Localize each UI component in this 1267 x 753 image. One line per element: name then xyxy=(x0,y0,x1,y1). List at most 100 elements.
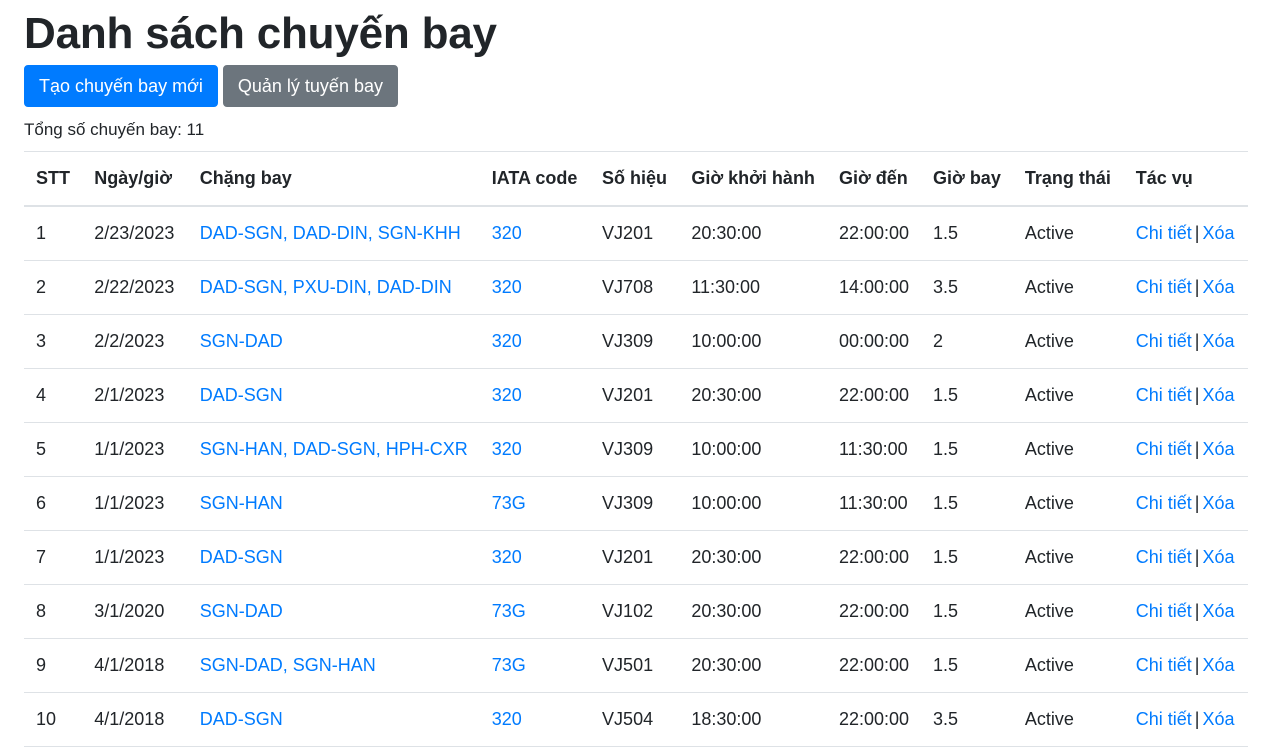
cell-status: Active xyxy=(1012,638,1124,693)
delete-link[interactable]: Xóa xyxy=(1202,223,1234,243)
create-flight-button[interactable]: Tạo chuyến bay mới xyxy=(24,65,218,107)
cell-status: Active xyxy=(1012,206,1124,261)
cell-flight-number: VJ201 xyxy=(590,368,680,423)
cell-stt: 8 xyxy=(24,584,83,639)
detail-link[interactable]: Chi tiết xyxy=(1136,601,1192,621)
cell-status: Active xyxy=(1012,692,1124,747)
detail-link[interactable]: Chi tiết xyxy=(1136,385,1192,405)
cell-actions: Chi tiết | Xóa xyxy=(1123,206,1248,261)
cell-actions: Chi tiết | Xóa xyxy=(1123,584,1248,639)
iata-link[interactable]: 320 xyxy=(492,547,522,567)
route-link[interactable]: DAD-SGN xyxy=(200,547,283,567)
cell-iata: 73G xyxy=(479,638,591,693)
iata-link[interactable]: 320 xyxy=(492,709,522,729)
cell-flight-number: VJ504 xyxy=(590,692,680,747)
detail-link[interactable]: Chi tiết xyxy=(1136,655,1192,675)
cell-flight-number: VJ309 xyxy=(590,314,680,369)
page: Danh sách chuyến bay Tạo chuyến bay mới … xyxy=(0,0,1267,747)
cell-arrival: 14:00:00 xyxy=(826,260,922,315)
cell-iata: 320 xyxy=(479,368,591,423)
cell-route: SGN-HAN xyxy=(187,476,480,531)
cell-departure: 10:00:00 xyxy=(679,314,827,369)
detail-link[interactable]: Chi tiết xyxy=(1136,547,1192,567)
table-row: 7 1/1/2023 DAD-SGN 320 VJ201 20:30:00 22… xyxy=(24,530,1248,585)
route-link[interactable]: DAD-SGN xyxy=(200,385,283,405)
header-date: Ngày/giờ xyxy=(82,151,188,207)
cell-stt: 4 xyxy=(24,368,83,423)
cell-route: DAD-SGN xyxy=(187,692,480,747)
cell-duration: 3.5 xyxy=(921,260,1013,315)
cell-actions: Chi tiết | Xóa xyxy=(1123,476,1248,531)
iata-link[interactable]: 320 xyxy=(492,223,522,243)
cell-date: 3/1/2020 xyxy=(82,584,188,639)
detail-link[interactable]: Chi tiết xyxy=(1136,277,1192,297)
cell-iata: 320 xyxy=(479,530,591,585)
cell-route: SGN-DAD, SGN-HAN xyxy=(187,638,480,693)
table-body: 1 2/23/2023 DAD-SGN, DAD-DIN, SGN-KHH 32… xyxy=(24,206,1248,747)
route-link[interactable]: SGN-DAD xyxy=(200,601,283,621)
cell-stt: 5 xyxy=(24,422,83,477)
manage-routes-button[interactable]: Quản lý tuyến bay xyxy=(222,65,398,107)
action-separator: | xyxy=(1194,601,1200,621)
table-row: 5 1/1/2023 SGN-HAN, DAD-SGN, HPH-CXR 320… xyxy=(24,422,1248,477)
route-link[interactable]: SGN-HAN xyxy=(200,493,283,513)
delete-link[interactable]: Xóa xyxy=(1202,601,1234,621)
iata-link[interactable]: 320 xyxy=(492,331,522,351)
cell-arrival: 22:00:00 xyxy=(826,638,922,693)
cell-iata: 320 xyxy=(479,314,591,369)
cell-route: DAD-SGN xyxy=(187,368,480,423)
cell-route: SGN-DAD xyxy=(187,584,480,639)
cell-departure: 20:30:00 xyxy=(679,530,827,585)
detail-link[interactable]: Chi tiết xyxy=(1136,331,1192,351)
delete-link[interactable]: Xóa xyxy=(1202,277,1234,297)
cell-departure: 20:30:00 xyxy=(679,584,827,639)
cell-stt: 3 xyxy=(24,314,83,369)
iata-link[interactable]: 320 xyxy=(492,439,522,459)
cell-duration: 1.5 xyxy=(921,638,1013,693)
delete-link[interactable]: Xóa xyxy=(1202,439,1234,459)
cell-departure: 20:30:00 xyxy=(679,206,827,261)
header-route: Chặng bay xyxy=(187,151,480,207)
detail-link[interactable]: Chi tiết xyxy=(1136,493,1192,513)
delete-link[interactable]: Xóa xyxy=(1202,493,1234,513)
route-link[interactable]: SGN-DAD xyxy=(200,331,283,351)
cell-date: 4/1/2018 xyxy=(82,638,188,693)
cell-date: 2/1/2023 xyxy=(82,368,188,423)
route-link[interactable]: DAD-SGN, PXU-DIN, DAD-DIN xyxy=(200,277,452,297)
cell-duration: 1.5 xyxy=(921,422,1013,477)
cell-iata: 320 xyxy=(479,206,591,261)
cell-arrival: 11:30:00 xyxy=(826,476,922,531)
iata-link[interactable]: 320 xyxy=(492,385,522,405)
route-link[interactable]: DAD-SGN, DAD-DIN, SGN-KHH xyxy=(200,223,461,243)
iata-link[interactable]: 73G xyxy=(492,493,526,513)
cell-date: 1/1/2023 xyxy=(82,422,188,477)
cell-duration: 1.5 xyxy=(921,584,1013,639)
cell-arrival: 11:30:00 xyxy=(826,422,922,477)
detail-link[interactable]: Chi tiết xyxy=(1136,223,1192,243)
cell-duration: 3.5 xyxy=(921,692,1013,747)
action-separator: | xyxy=(1194,493,1200,513)
detail-link[interactable]: Chi tiết xyxy=(1136,439,1192,459)
iata-link[interactable]: 73G xyxy=(492,655,526,675)
cell-status: Active xyxy=(1012,368,1124,423)
route-link[interactable]: DAD-SGN xyxy=(200,709,283,729)
table-row: 6 1/1/2023 SGN-HAN 73G VJ309 10:00:00 11… xyxy=(24,476,1248,531)
route-link[interactable]: SGN-DAD, SGN-HAN xyxy=(200,655,376,675)
cell-route: SGN-HAN, DAD-SGN, HPH-CXR xyxy=(187,422,480,477)
cell-iata: 320 xyxy=(479,422,591,477)
delete-link[interactable]: Xóa xyxy=(1202,655,1234,675)
delete-link[interactable]: Xóa xyxy=(1202,385,1234,405)
cell-actions: Chi tiết | Xóa xyxy=(1123,638,1248,693)
iata-link[interactable]: 73G xyxy=(492,601,526,621)
cell-date: 4/1/2018 xyxy=(82,692,188,747)
detail-link[interactable]: Chi tiết xyxy=(1136,709,1192,729)
route-link[interactable]: SGN-HAN, DAD-SGN, HPH-CXR xyxy=(200,439,468,459)
cell-flight-number: VJ309 xyxy=(590,422,680,477)
cell-flight-number: VJ309 xyxy=(590,476,680,531)
cell-departure: 10:00:00 xyxy=(679,476,827,531)
delete-link[interactable]: Xóa xyxy=(1202,709,1234,729)
header-departure: Giờ khởi hành xyxy=(679,151,827,207)
delete-link[interactable]: Xóa xyxy=(1202,547,1234,567)
delete-link[interactable]: Xóa xyxy=(1202,331,1234,351)
iata-link[interactable]: 320 xyxy=(492,277,522,297)
